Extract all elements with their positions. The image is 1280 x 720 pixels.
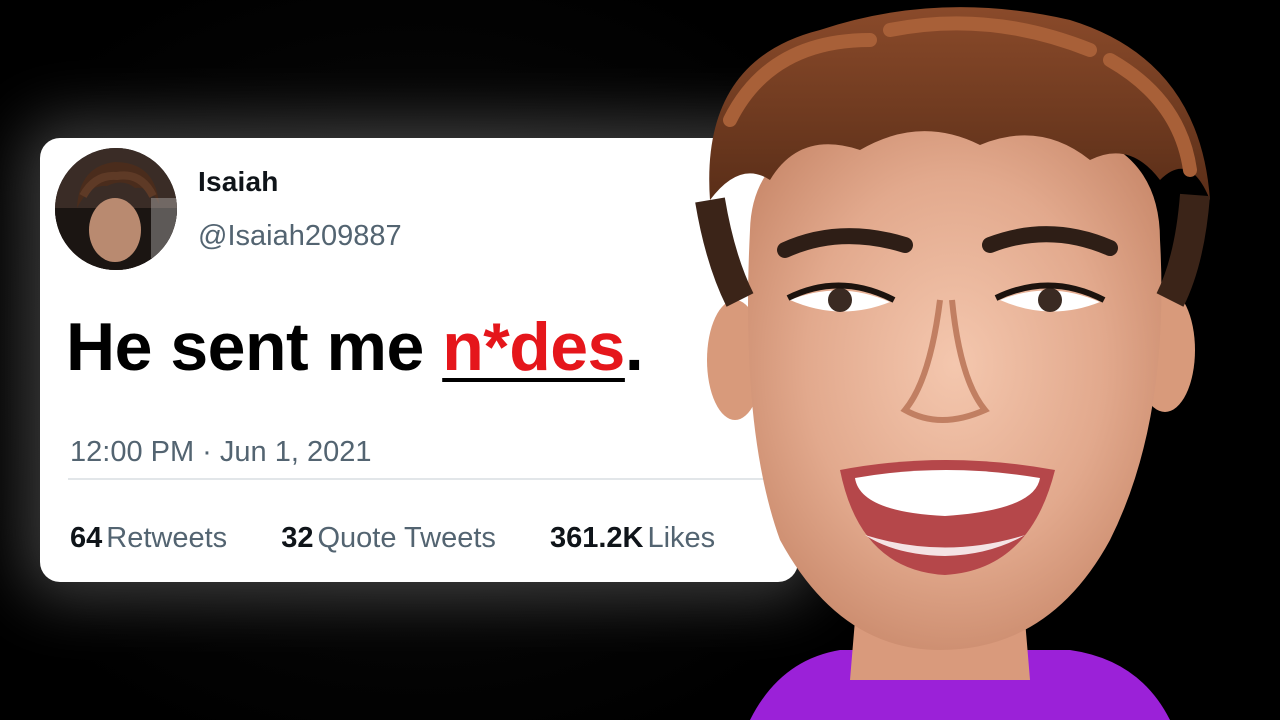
tweet-text-suffix: . <box>624 309 644 385</box>
quote-tweets-count: 32 <box>281 522 314 554</box>
avatar[interactable] <box>55 148 177 270</box>
tweet-text: He sent me n*des. <box>66 308 644 386</box>
author-handle[interactable]: @Isaiah209887 <box>198 220 402 253</box>
retweets-stat[interactable]: 64 Retweets <box>70 522 227 555</box>
tweet-stats: 64 Retweets 32 Quote Tweets 361.2K Likes <box>70 522 761 555</box>
tweet-timestamp[interactable]: 12:00 PM · Jun 1, 2021 <box>70 436 371 469</box>
avatar-photo-icon <box>55 148 177 270</box>
retweets-count: 64 <box>70 522 103 554</box>
retweets-label: Retweets <box>106 522 228 554</box>
divider <box>68 478 776 480</box>
thumbnail-canvas: Isaiah @Isaiah209887 He sent me n*des. 1… <box>0 0 1280 720</box>
quote-tweets-label: Quote Tweets <box>317 522 496 554</box>
likes-count: 361.2K <box>549 522 644 554</box>
author-name[interactable]: Isaiah <box>198 166 279 198</box>
smiling-person-photo <box>690 0 1220 720</box>
tweet-card[interactable]: Isaiah @Isaiah209887 He sent me n*des. 1… <box>40 138 798 582</box>
tweet-text-highlight: n*des <box>442 309 625 385</box>
tweet-text-prefix: He sent me <box>66 309 443 385</box>
smiling-person-photo-icon <box>695 7 1210 720</box>
quote-tweets-stat[interactable]: 32 Quote Tweets <box>281 522 496 555</box>
